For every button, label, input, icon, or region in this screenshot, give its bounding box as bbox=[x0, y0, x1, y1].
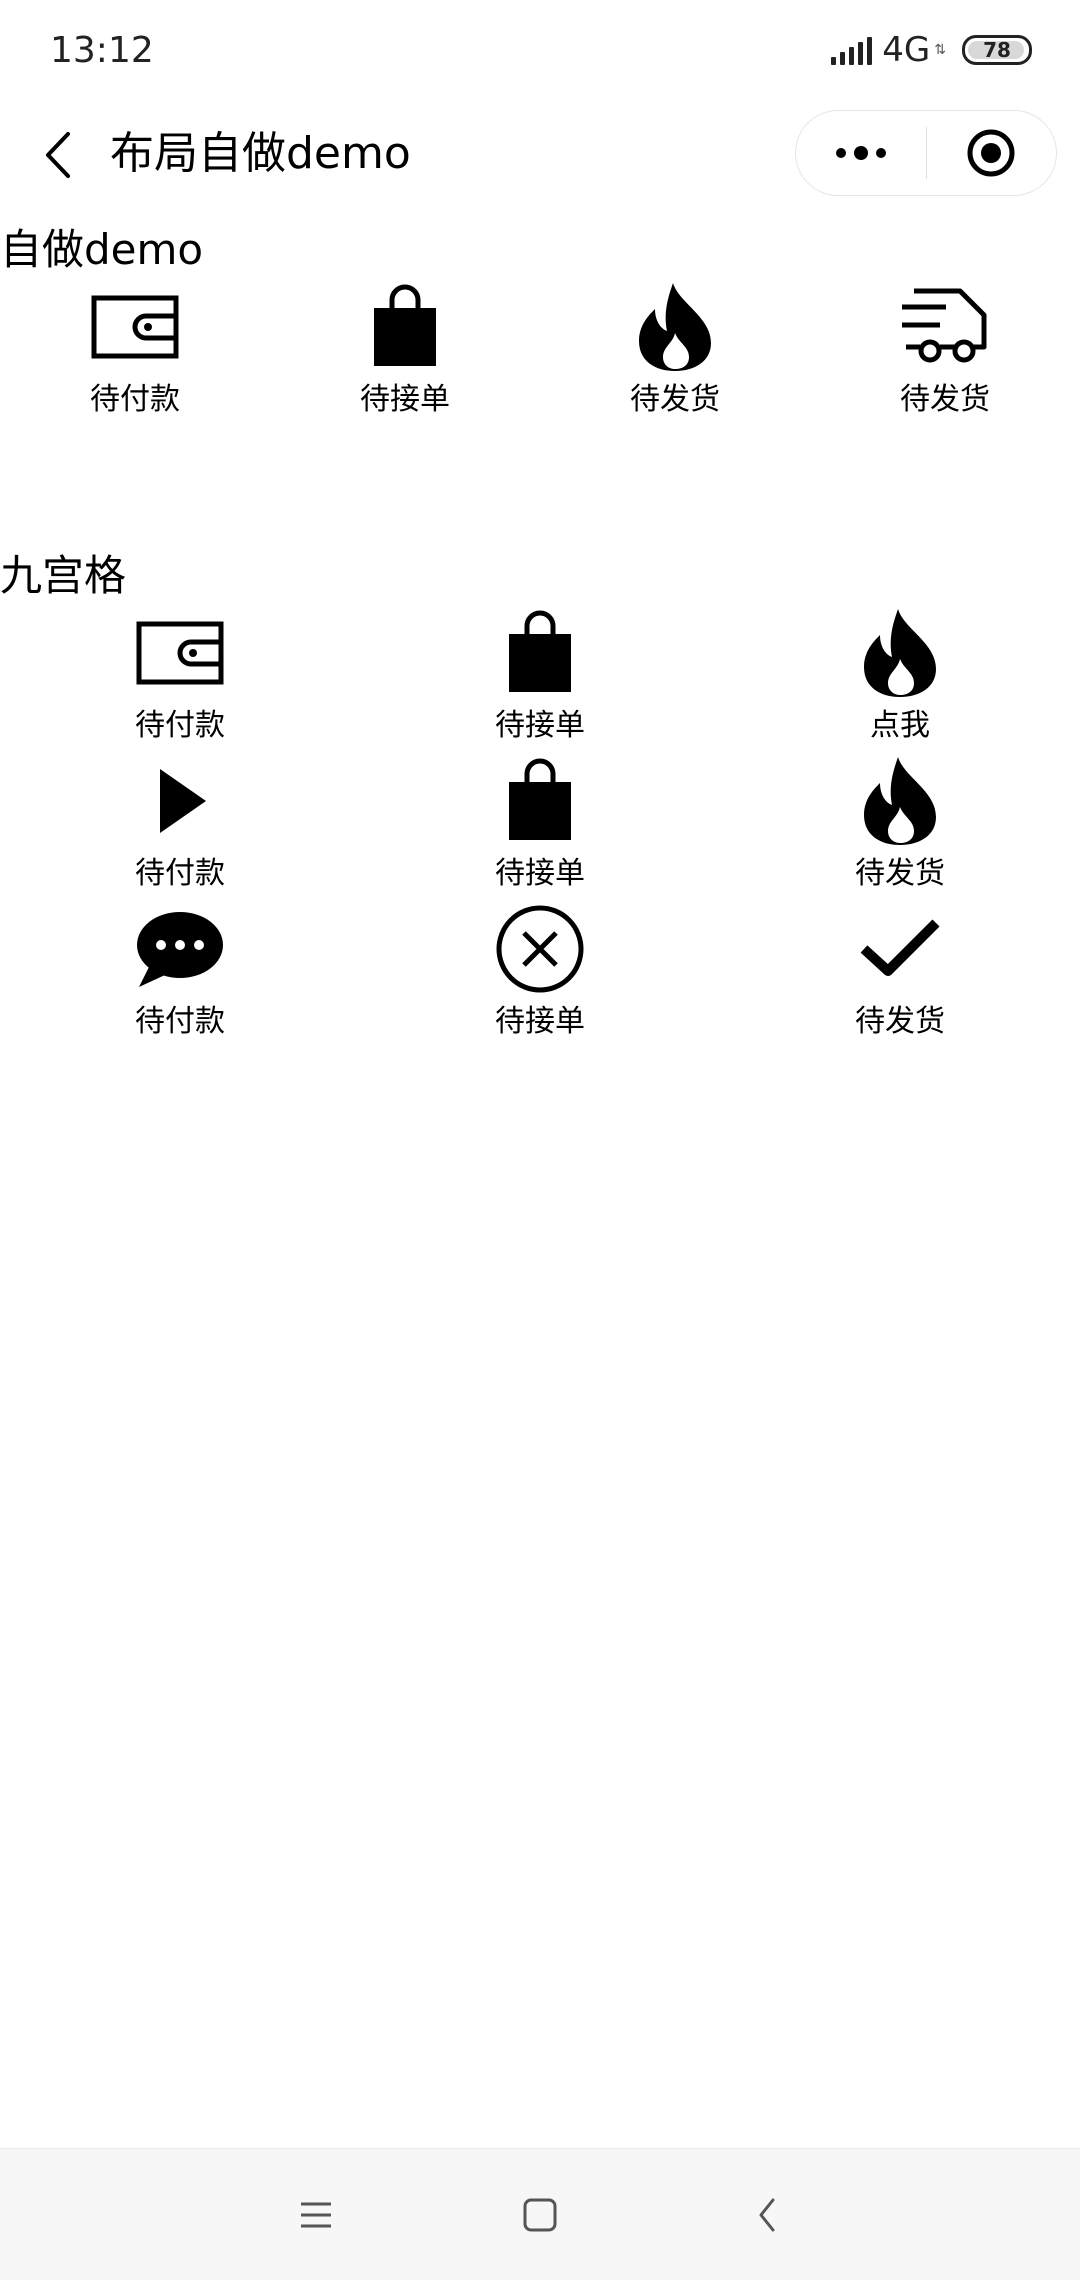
close-mini-program-button[interactable] bbox=[927, 110, 1057, 196]
battery-level: 78 bbox=[983, 38, 1011, 62]
more-dots-icon bbox=[835, 146, 886, 160]
grid-item-label: 待付款 bbox=[135, 856, 225, 891]
grid-item[interactable]: 待付款 bbox=[55, 282, 215, 420]
shopping-bag-icon bbox=[495, 608, 585, 698]
grid-item[interactable]: 点我 bbox=[820, 608, 980, 746]
grid-item[interactable]: 待接单 bbox=[460, 904, 620, 1042]
data-arrows-icon: ⇅ bbox=[934, 42, 946, 58]
grid-item[interactable]: 待接单 bbox=[460, 608, 620, 746]
more-options-button[interactable] bbox=[796, 110, 926, 196]
grid-item-label: 待付款 bbox=[135, 1004, 225, 1039]
mini-program-capsule bbox=[795, 110, 1057, 196]
grid-item-label: 待发货 bbox=[900, 382, 990, 417]
grid-item-label: 待接单 bbox=[495, 1004, 585, 1039]
chat-bubble-icon bbox=[135, 904, 225, 994]
grid-item-label: 待付款 bbox=[135, 708, 225, 743]
close-circle-icon bbox=[495, 904, 585, 994]
signal-icon bbox=[831, 35, 873, 65]
grid-item[interactable]: 待接单 bbox=[325, 282, 485, 420]
checkmark-icon bbox=[855, 904, 945, 994]
grid-item[interactable]: 待发货 bbox=[820, 904, 980, 1042]
grid-item[interactable]: 待接单 bbox=[460, 756, 620, 894]
back-arrow-icon[interactable] bbox=[36, 130, 86, 180]
status-bar: 13:12 4G ⇅ 78 bbox=[0, 0, 1080, 100]
shopping-bag-icon bbox=[360, 282, 450, 372]
fire-icon bbox=[630, 282, 720, 372]
grid-item-label: 待发货 bbox=[630, 382, 720, 417]
grid-item[interactable]: 待发货 bbox=[595, 282, 755, 420]
grid-item-label: 待付款 bbox=[90, 382, 180, 417]
target-circle-icon bbox=[967, 129, 1015, 177]
grid-item-label: 待接单 bbox=[495, 856, 585, 891]
shopping-bag-icon bbox=[495, 756, 585, 846]
section-title-demo: 自做demo bbox=[0, 225, 204, 274]
grid-item-label: 待发货 bbox=[855, 1004, 945, 1039]
wallet-icon bbox=[135, 608, 225, 698]
system-back-icon[interactable] bbox=[738, 2185, 798, 2245]
status-indicators: 4G ⇅ 78 bbox=[831, 30, 1032, 70]
grid-item-label: 待接单 bbox=[495, 708, 585, 743]
grid-item-label: 点我 bbox=[870, 708, 930, 743]
fire-icon bbox=[855, 756, 945, 846]
delivery-truck-icon bbox=[900, 282, 990, 372]
grid-item[interactable]: 待付款 bbox=[100, 608, 260, 746]
menu-icon[interactable] bbox=[286, 2185, 346, 2245]
system-navigation-bar bbox=[0, 2148, 1080, 2280]
wallet-icon bbox=[90, 282, 180, 372]
grid-item[interactable]: 待付款 bbox=[100, 904, 260, 1042]
network-type: 4G bbox=[882, 30, 931, 70]
fire-icon bbox=[855, 608, 945, 698]
play-icon bbox=[135, 756, 225, 846]
grid-item[interactable]: 待发货 bbox=[820, 756, 980, 894]
grid-item[interactable]: 待发货 bbox=[865, 282, 1025, 420]
grid-item-label: 待发货 bbox=[855, 856, 945, 891]
battery-icon: 78 bbox=[962, 35, 1032, 65]
grid-item-label: 待接单 bbox=[360, 382, 450, 417]
page-title: 布局自做demo bbox=[110, 128, 411, 179]
home-square-icon[interactable] bbox=[510, 2185, 570, 2245]
navigation-bar: 布局自做demo bbox=[0, 100, 1080, 210]
section-title-nine-grid: 九宫格 bbox=[0, 551, 127, 600]
screen: 13:12 4G ⇅ 78 布局自做demo 自做demo 待付款 待接单 待发… bbox=[0, 0, 1080, 2280]
status-time: 13:12 bbox=[50, 29, 154, 71]
grid-item[interactable]: 待付款 bbox=[100, 756, 260, 894]
